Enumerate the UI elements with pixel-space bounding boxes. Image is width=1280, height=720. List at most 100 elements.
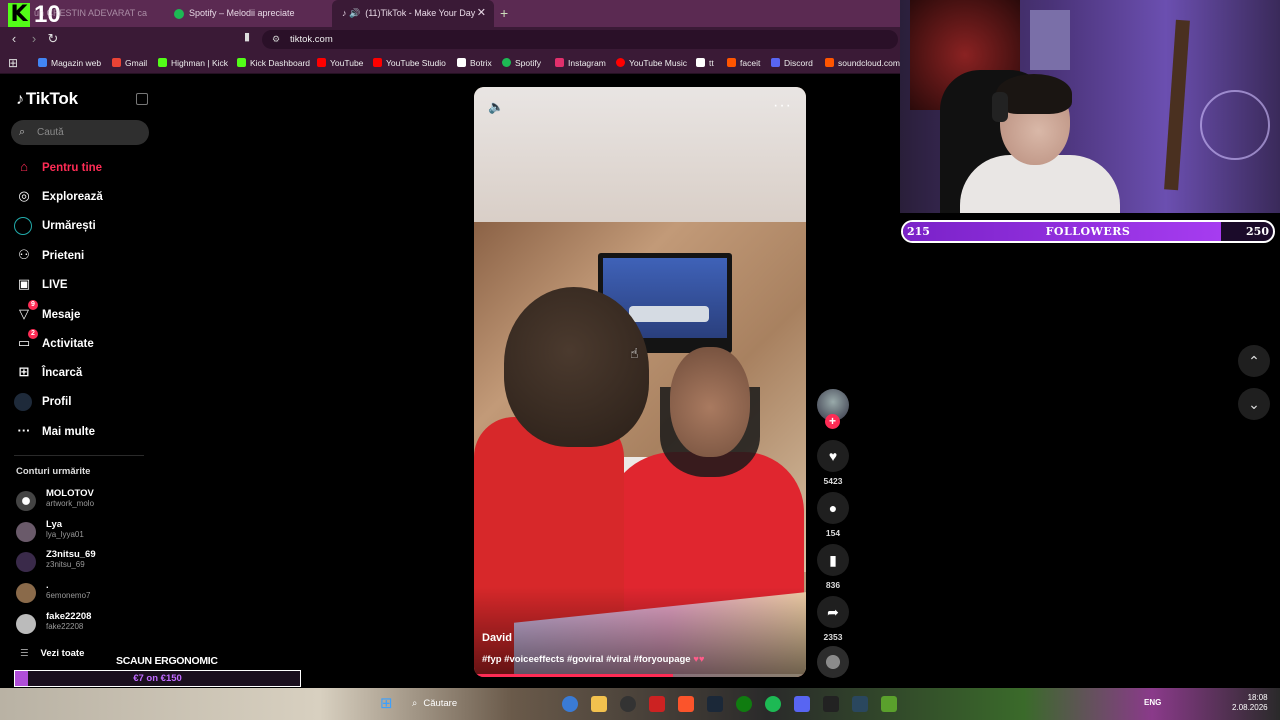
bookmark-highman-kick[interactable]: Highman | Kick xyxy=(158,52,228,74)
explorer-icon[interactable] xyxy=(591,696,607,712)
tab-crestin[interactable]: un CRESTIN ADEVARAT ca xyxy=(34,0,160,27)
video-author[interactable]: David xyxy=(482,632,512,644)
discord-icon[interactable] xyxy=(794,696,810,712)
donation-goal-bar: €7 on €150 xyxy=(14,670,301,687)
followers-goal-bar: 215 FOLLOWERS 250 xyxy=(901,220,1275,243)
video-caption[interactable]: #fyp #voiceeffects #goviral #viral #fory… xyxy=(482,654,704,665)
next-video-button[interactable]: ⌄ xyxy=(1238,388,1270,420)
bookmark-icon[interactable]: ▮ xyxy=(244,30,250,43)
followers-label: FOLLOWERS xyxy=(1045,225,1131,238)
list-icon: ☰ xyxy=(20,648,29,659)
compass-icon: ◎ xyxy=(18,188,30,203)
activity-badge: 2 xyxy=(28,329,38,339)
following-accounts-title: Conturi urmărite xyxy=(16,466,91,477)
edge-icon[interactable] xyxy=(562,696,578,712)
epic-icon[interactable] xyxy=(823,696,839,712)
save-count: 836 xyxy=(825,580,841,590)
video-progress-bar[interactable] xyxy=(474,674,806,677)
comment-icon: ● xyxy=(828,500,838,516)
see-all-link[interactable]: ☰ Vezi toate xyxy=(20,648,84,659)
friends-icon: ⚇ xyxy=(18,247,30,262)
heart-icon: ♥ xyxy=(828,448,838,464)
nav-upload[interactable]: ⊞ Încarcă xyxy=(14,361,83,383)
comment-button[interactable]: ● xyxy=(817,492,849,524)
search-icon: ⌕ xyxy=(412,698,418,709)
bookmark-faceit[interactable]: faceit xyxy=(727,52,760,74)
back-icon[interactable]: ‹ xyxy=(6,31,22,47)
bookmark-instagram[interactable]: Instagram xyxy=(555,52,606,74)
bookmark-soundcloud[interactable]: soundcloud.com/ xyxy=(825,52,902,74)
xbox-icon[interactable] xyxy=(736,696,752,712)
youtube-music-icon xyxy=(616,58,625,68)
new-tab-button[interactable]: + xyxy=(500,0,508,27)
video-player[interactable]: 🔈 ··· David #fyp #voiceeffects #goviral … xyxy=(474,87,806,677)
bookmark-spotify[interactable]: Spotify xyxy=(502,52,541,74)
youtube-icon xyxy=(317,58,326,68)
music-disc-icon[interactable] xyxy=(817,646,849,678)
forward-icon[interactable]: › xyxy=(26,31,42,47)
faceit-icon xyxy=(727,58,736,68)
avatar xyxy=(16,583,36,603)
nav-more[interactable]: ··· Mai multe xyxy=(14,420,96,442)
like-button[interactable]: ♥ xyxy=(817,440,849,472)
tiktok-tab-icon: ♪ 🔊 xyxy=(342,8,361,19)
minecraft-icon[interactable] xyxy=(881,696,897,712)
bookmark-gmail[interactable]: Gmail xyxy=(112,52,147,74)
brave-icon[interactable] xyxy=(678,696,694,712)
bookmark-youtube[interactable]: YouTube xyxy=(317,52,363,74)
save-button[interactable]: ▮ xyxy=(817,544,849,576)
nav-live[interactable]: ▣ LIVE xyxy=(14,273,68,295)
search-input[interactable]: ⌕ Caută xyxy=(11,120,149,145)
video-more-icon[interactable]: ··· xyxy=(773,97,792,115)
nav-messages[interactable]: ▽ Mesaje 9 xyxy=(14,300,80,325)
tab-tiktok[interactable]: ♪ 🔊 (11)TikTok - Make Your Day ✕ xyxy=(332,0,494,27)
nav-explore[interactable]: ◎ Explorează xyxy=(14,185,102,207)
previous-video-button[interactable]: ⌃ xyxy=(1238,345,1270,377)
collapse-sidebar-icon[interactable] xyxy=(136,93,148,105)
voicemod-icon[interactable] xyxy=(649,696,665,712)
live-icon: ▣ xyxy=(17,276,31,291)
instagram-icon xyxy=(555,58,564,68)
nav-following[interactable]: Urmărești xyxy=(14,215,96,237)
nav-activity[interactable]: ▭ Activitate 2 xyxy=(14,329,94,354)
tab-spotify[interactable]: Spotify – Melodii apreciate xyxy=(170,0,330,27)
bookmark-icon: ▮ xyxy=(829,552,837,568)
steam-alt-icon[interactable] xyxy=(852,696,868,712)
bookmark-tt[interactable]: tt xyxy=(696,52,714,74)
obs-icon[interactable] xyxy=(620,696,636,712)
bookmark-discord[interactable]: Discord xyxy=(771,52,813,74)
bookmark-youtube-music[interactable]: YouTube Music xyxy=(616,52,687,74)
share-button[interactable]: ➦ xyxy=(817,596,849,628)
follow-plus-icon[interactable]: + xyxy=(825,414,840,429)
close-tab-icon[interactable]: ✕ xyxy=(477,0,486,27)
volume-icon[interactable]: 🔈 xyxy=(488,99,504,115)
bookmark-botrix[interactable]: Botrix xyxy=(457,52,492,74)
avatar xyxy=(16,552,36,572)
tiktok-note-icon: ♪ xyxy=(16,91,24,108)
search-icon: ⌕ xyxy=(19,126,26,138)
streamer-webcam xyxy=(900,0,1280,213)
taskbar-search[interactable]: ⌕ Căutare xyxy=(412,695,542,713)
nav-for-you[interactable]: ⌂ Pentru tine xyxy=(14,156,102,178)
windows-start-icon[interactable]: ⊞ xyxy=(380,696,396,712)
tiktok-icon xyxy=(696,58,705,68)
nav-friends[interactable]: ⚇ Prieteni xyxy=(14,244,84,266)
system-clock[interactable]: 18:08 2.08.2026 xyxy=(1232,693,1268,713)
chevron-up-icon: ⌃ xyxy=(1248,353,1260,369)
tiktok-logo[interactable]: ♪ TikTok xyxy=(16,89,78,109)
bookmark-kick-dashboard[interactable]: Kick Dashboard xyxy=(237,52,310,74)
nav-profile[interactable]: Profil xyxy=(14,391,71,413)
url-field[interactable]: ⚙ tiktok.com xyxy=(262,30,898,49)
language-indicator[interactable]: ENG xyxy=(1144,698,1161,707)
heart-emoji: ♥♥ xyxy=(693,654,705,665)
apps-icon[interactable]: ⊞ xyxy=(8,56,18,70)
steam-icon[interactable] xyxy=(707,696,723,712)
avatar xyxy=(16,491,36,511)
spotify-icon[interactable] xyxy=(765,696,781,712)
spotify-icon xyxy=(174,8,184,19)
address-bar: ‹ › ↻ ▮ ⚙ tiktok.com xyxy=(0,27,900,52)
bookmark-youtube-studio[interactable]: YouTube Studio xyxy=(373,52,446,74)
reload-icon[interactable]: ↻ xyxy=(45,31,61,47)
bookmark-magazin-web[interactable]: Magazin web xyxy=(38,52,101,74)
site-info-icon[interactable]: ⚙ xyxy=(272,30,280,49)
